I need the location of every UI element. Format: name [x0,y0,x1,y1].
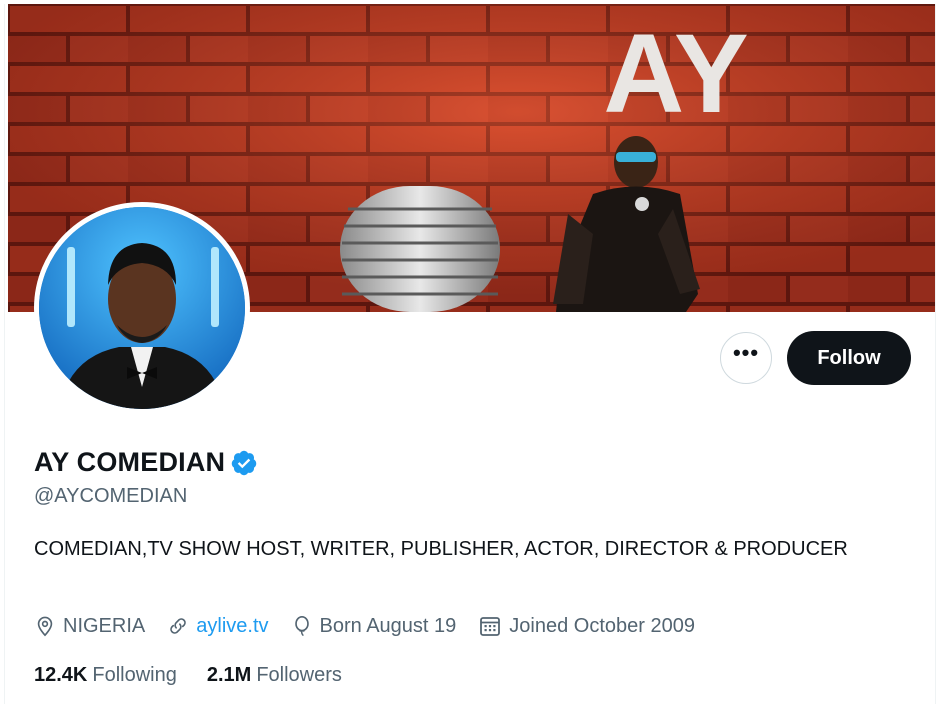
website-item: aylive.tv [167,614,269,638]
location-item: NIGERIA [34,614,145,638]
birthday-text: Born August 19 [319,614,457,637]
joined-text: Joined October 2009 [509,614,695,637]
profile-page: AY ••• Follow AY COMEDIAN @AYCOMEDIAN CO… [0,0,940,704]
location-pin-icon [37,616,53,637]
balloon-icon [294,616,309,636]
more-icon: ••• [732,340,760,365]
followers-count: 2.1M [206,664,252,686]
followers-link[interactable]: 2.1M Followers [207,664,342,687]
follow-button[interactable]: Follow [787,331,911,385]
microphone-graphic [340,186,500,312]
following-link[interactable]: 12.4K Following [34,664,177,687]
location-text: NIGERIA [63,614,146,637]
verified-badge-icon[interactable] [230,449,258,477]
follow-stats: 12.4K Following 2.1M Followers [34,664,372,687]
profile-meta-row: NIGERIA aylive.tv Born August 19 Joined … [34,614,717,638]
following-count: 12.4K [34,664,88,686]
profile-name-row: AY COMEDIAN [34,447,258,478]
avatar[interactable] [39,207,245,409]
avatar-image [39,207,245,409]
more-options-button[interactable]: ••• [720,332,772,384]
link-icon [170,618,186,634]
joined-item: Joined October 2009 [478,614,695,638]
display-name: AY COMEDIAN [34,447,226,477]
website-link[interactable]: aylive.tv [196,615,268,638]
avatar-frame[interactable] [34,202,250,414]
following-label: Following [92,664,177,686]
banner-logo: AY [603,11,748,136]
profile-handle: @AYCOMEDIAN [34,485,188,507]
birthday-item: Born August 19 [291,614,457,638]
calendar-icon [480,617,501,636]
profile-bio: COMEDIAN,TV SHOW HOST, WRITER, PUBLISHER… [34,538,848,560]
followers-label: Followers [256,664,342,686]
